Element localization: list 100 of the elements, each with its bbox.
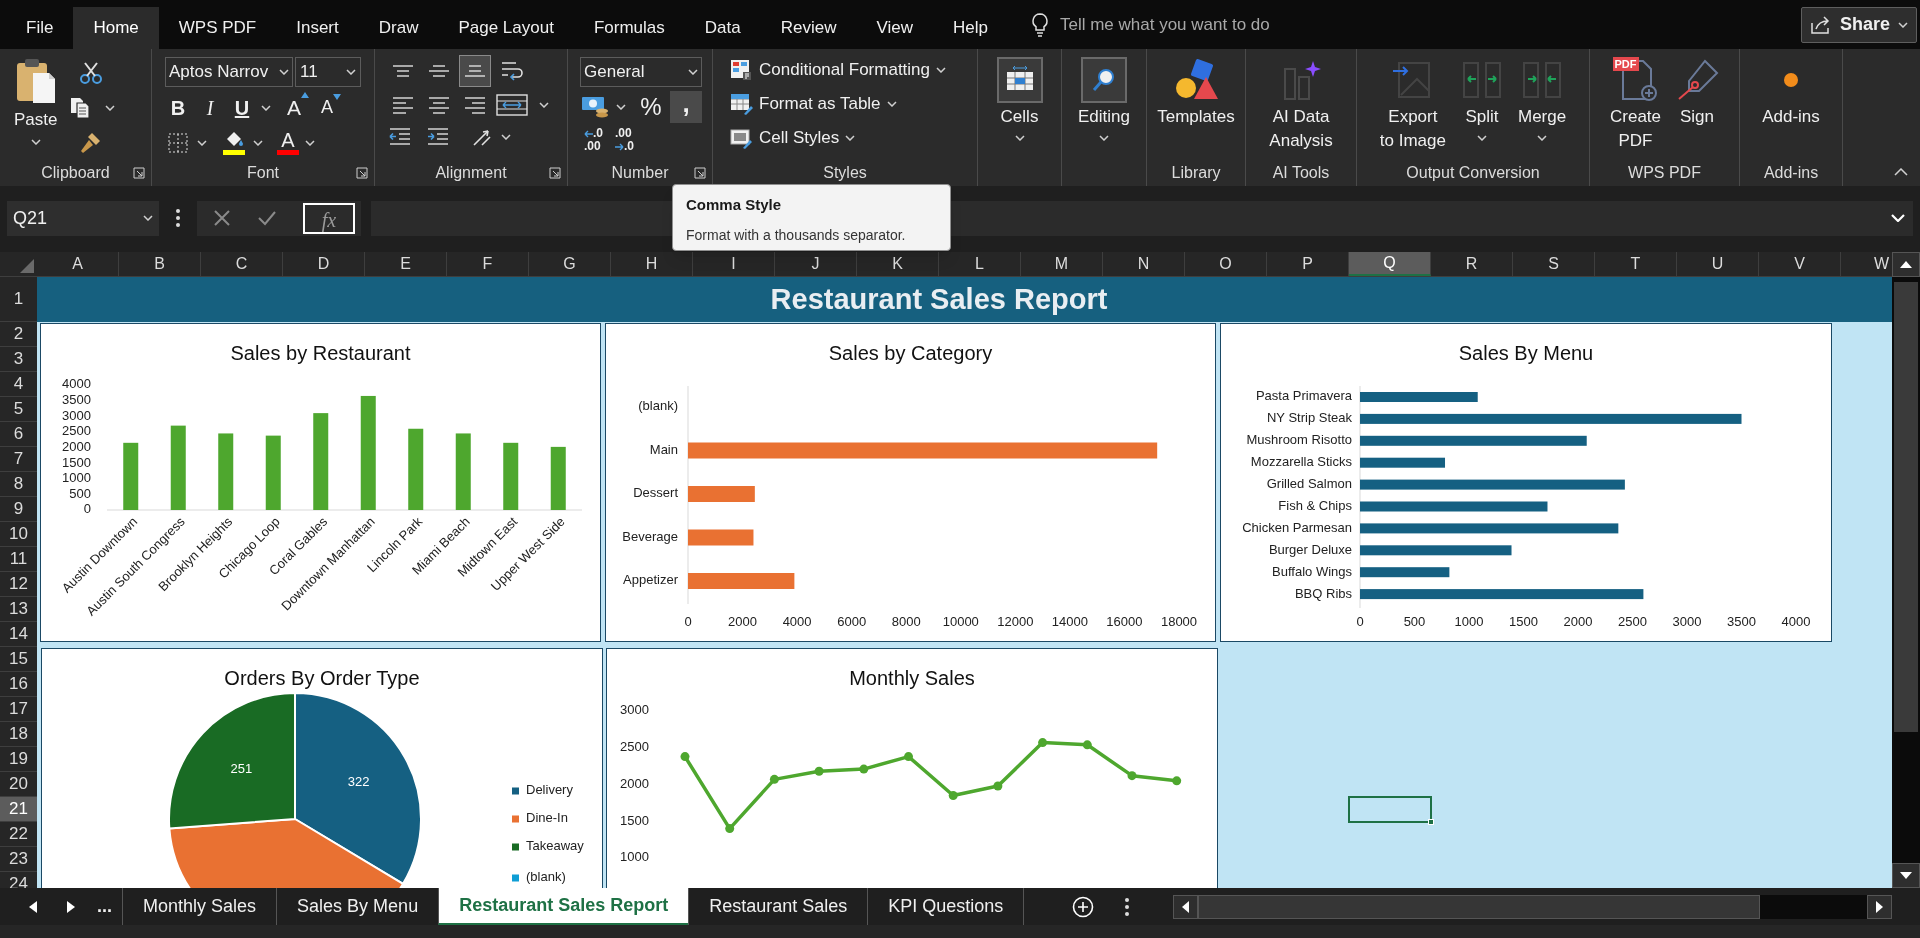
menu-tab[interactable]: Review [760, 7, 857, 49]
column-header[interactable]: A [37, 252, 119, 276]
column-header[interactable]: Q [1349, 252, 1431, 276]
data-label: 251 [230, 760, 253, 776]
menu-tab[interactable]: Page Layout [438, 7, 574, 49]
ribbon-button[interactable]: Add-ins [1756, 49, 1826, 129]
data-label: 322 [347, 774, 370, 790]
ribbon-button[interactable]: Merge [1512, 49, 1573, 153]
scroll-down-button[interactable] [1892, 863, 1920, 888]
font-name-field[interactable]: Aptos Narrov [165, 57, 293, 87]
scroll-thumb[interactable] [1198, 894, 1760, 919]
data-point [1172, 776, 1182, 786]
ribbon-button[interactable]: Sign [1669, 49, 1725, 153]
column-header[interactable]: G [529, 252, 611, 276]
column-header[interactable]: N [1103, 252, 1185, 276]
underline-button[interactable]: U [229, 93, 255, 122]
increase-font-button[interactable]: A [287, 92, 309, 124]
insert-function-button[interactable]: fx [303, 202, 355, 234]
number-format-field[interactable]: General [580, 57, 702, 87]
report-title: Restaurant Sales Report [770, 281, 1108, 317]
menu-tab[interactable]: WPS PDF [158, 7, 277, 49]
dialog-launcher[interactable] [549, 167, 561, 179]
italic-button[interactable]: I [197, 93, 223, 122]
name-box[interactable]: Q21 [7, 200, 159, 236]
search-field[interactable]: Tell me what you want to do [1059, 11, 1340, 38]
styles-menu-button[interactable]: Format as Table [729, 89, 977, 119]
ribbon-button[interactable]: AI Data Analysis [1263, 49, 1339, 153]
column-header[interactable]: U [1677, 252, 1759, 276]
ribbon-button[interactable]: PDF Create PDF [1604, 49, 1667, 153]
column-header[interactable]: K [857, 252, 939, 276]
caret-icon [143, 215, 153, 221]
column-header[interactable]: M [1021, 252, 1103, 276]
axis-tick-label: 14000 [1051, 614, 1088, 630]
column-header[interactable]: C [201, 252, 283, 276]
align-right-icon [465, 96, 485, 114]
next-sheet-button[interactable] [67, 900, 75, 913]
share-button[interactable]: Share [1800, 6, 1917, 43]
axis-tick-label: 16000 [1106, 614, 1143, 630]
styles-menu-button[interactable]: Cell Styles [729, 123, 977, 153]
menu-tab[interactable]: Data [684, 7, 761, 49]
enter-button[interactable] [257, 209, 277, 227]
axis-category-label: Mushroom Risotto [1246, 432, 1352, 448]
more-sheets-button[interactable]: ... [97, 893, 112, 920]
row-header[interactable]: 21 [0, 797, 37, 822]
font-size-field[interactable]: 11 [295, 57, 361, 87]
merge-center-icon [495, 92, 529, 118]
column-header[interactable]: E [365, 252, 447, 276]
scroll-thumb[interactable] [1894, 282, 1918, 732]
column-header[interactable]: L [939, 252, 1021, 276]
menu-tab[interactable]: Draw [358, 7, 439, 49]
column-header[interactable]: J [775, 252, 857, 276]
new-sheet-button[interactable] [1072, 895, 1095, 918]
paste-button[interactable]: Paste [14, 57, 58, 157]
ribbon-button[interactable]: Editing [1072, 49, 1136, 141]
horizontal-scrollbar[interactable] [1173, 894, 1892, 919]
menu-tab[interactable]: File [6, 7, 74, 49]
scroll-right-button[interactable] [1867, 894, 1892, 919]
comma-style-button[interactable]: , [670, 91, 702, 123]
column-header[interactable]: O [1185, 252, 1267, 276]
dialog-launcher[interactable] [694, 167, 706, 179]
column-header[interactable]: D [283, 252, 365, 276]
menu-tab[interactable]: Help [932, 7, 1008, 49]
column-header[interactable]: F [447, 252, 529, 276]
ribbon-button[interactable]: Export to Image [1373, 49, 1452, 153]
vertical-align-button[interactable] [459, 55, 491, 87]
font-color-button[interactable]: A [277, 130, 299, 155]
data-point [725, 824, 735, 834]
column-header[interactable]: T [1595, 252, 1677, 276]
column-header[interactable]: H [611, 252, 693, 276]
dialog-launcher[interactable] [356, 167, 368, 179]
merge-center-button[interactable] [495, 91, 529, 119]
sheet-tab[interactable]: Restaurant Sales Report [438, 888, 689, 925]
column-header[interactable]: R [1431, 252, 1513, 276]
column-header[interactable]: I [693, 252, 775, 276]
axis-category-label: Fish & Chips [1278, 497, 1352, 513]
styles-menu-button[interactable]: Conditional Formatting [729, 55, 977, 85]
increase-decimal-button[interactable]: .0 .00 [584, 127, 603, 153]
menu-tab[interactable]: Formulas [573, 7, 685, 49]
ribbon-button[interactable]: Split [1454, 49, 1510, 153]
bold-button[interactable]: B [165, 93, 191, 122]
menu-tab[interactable]: View [856, 7, 933, 49]
selected-cell[interactable] [1348, 796, 1432, 823]
column-header[interactable]: V [1759, 252, 1841, 276]
caret-icon [845, 135, 856, 141]
cancel-button[interactable] [213, 209, 231, 227]
previous-sheet-button[interactable] [29, 900, 37, 913]
column-header[interactable]: S [1513, 252, 1595, 276]
ribbon-button[interactable]: Cells [990, 49, 1049, 141]
percent-button[interactable]: % [638, 93, 664, 121]
decrease-font-button[interactable]: A [321, 94, 342, 122]
vertical-scrollbar[interactable] [1892, 252, 1920, 888]
menu-tab[interactable]: Insert [276, 7, 359, 49]
column-header[interactable]: B [119, 252, 201, 276]
scroll-up-button[interactable] [1892, 252, 1920, 277]
ribbon-button[interactable]: Templates [1151, 49, 1241, 129]
menu-tab[interactable]: Home [73, 7, 159, 49]
scroll-left-button[interactable] [1173, 894, 1198, 919]
decrease-decimal-button[interactable]: .00 .0 [615, 127, 635, 153]
dialog-launcher[interactable] [133, 167, 145, 179]
lightbulb-icon [1029, 11, 1050, 38]
